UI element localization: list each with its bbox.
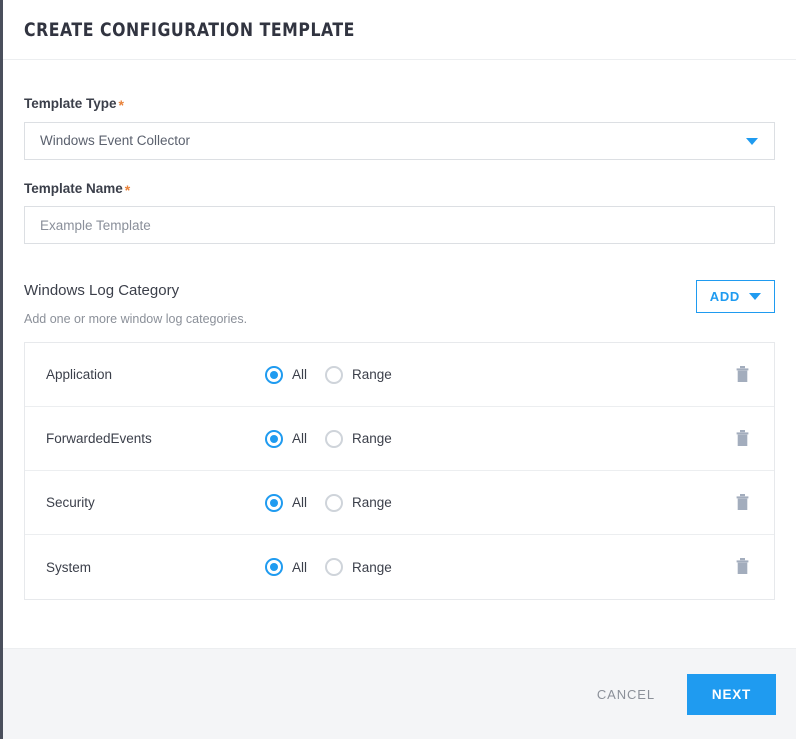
- template-type-label: Template Type *: [24, 96, 775, 113]
- required-asterisk: *: [118, 97, 124, 113]
- section-title: Windows Log Category: [24, 282, 180, 299]
- radio-range-indicator[interactable]: [325, 558, 344, 576]
- scope-radio-group: All Range: [265, 558, 392, 576]
- radio-range-indicator[interactable]: [325, 429, 344, 448]
- radio-all-label: All: [292, 495, 308, 510]
- template-name-label-text: Template Name: [24, 180, 123, 196]
- cancel-button[interactable]: CANCEL: [593, 679, 659, 710]
- required-asterisk: *: [124, 181, 131, 198]
- radio-all-label: All: [292, 431, 308, 446]
- section-subtitle: Add one or more window log categories.: [24, 312, 248, 326]
- delete-row-button[interactable]: [720, 429, 764, 448]
- radio-option-all[interactable]: All: [265, 493, 308, 512]
- radio-range-label: Range: [352, 559, 392, 575]
- delete-row-button[interactable]: [720, 493, 764, 512]
- radio-range-indicator[interactable]: [325, 493, 344, 512]
- template-name-label: Template Name *: [24, 181, 775, 196]
- template-name-input[interactable]: [25, 207, 774, 243]
- radio-option-range[interactable]: Range: [325, 429, 392, 448]
- template-type-selected-value: Windows Event Collector: [40, 133, 191, 148]
- table-row: Application All Range: [25, 343, 774, 407]
- scope-radio-group: All Range: [265, 365, 392, 384]
- radio-range-label: Range: [352, 431, 392, 446]
- radio-all-label: All: [292, 559, 308, 575]
- radio-all-indicator[interactable]: [265, 558, 283, 576]
- scope-radio-group: All Range: [265, 493, 392, 512]
- radio-option-all[interactable]: All: [265, 558, 307, 576]
- template-name-input-wrap: [24, 206, 775, 244]
- template-type-field: Template Type * Windows Event Collector: [24, 96, 775, 160]
- next-button[interactable]: NEXT: [687, 673, 776, 715]
- delete-row-button[interactable]: [720, 365, 764, 384]
- dialog-footer: CANCEL NEXT: [3, 648, 796, 739]
- chevron-down-icon: [749, 293, 761, 300]
- radio-range-label: Range: [352, 495, 392, 510]
- radio-all-indicator[interactable]: [265, 365, 283, 384]
- radio-option-all[interactable]: All: [265, 429, 308, 448]
- scope-radio-group: All Range: [265, 429, 392, 448]
- trash-icon: [736, 365, 748, 382]
- template-type-select[interactable]: Windows Event Collector: [24, 121, 775, 160]
- create-configuration-template-dialog: CREATE CONFIGURATION TEMPLATE Template T…: [3, 0, 796, 739]
- radio-option-all[interactable]: All: [265, 365, 308, 384]
- trash-icon: [736, 429, 748, 446]
- table-row: Security All Range: [25, 471, 774, 535]
- category-name: System: [46, 559, 92, 575]
- trash-icon: [736, 558, 748, 574]
- radio-option-range[interactable]: Range: [325, 365, 392, 384]
- radio-all-indicator[interactable]: [265, 493, 283, 512]
- windows-log-category-header: Windows Log Category Add one or more win…: [24, 280, 775, 327]
- category-name: Security: [46, 495, 95, 510]
- add-category-button[interactable]: ADD: [695, 280, 775, 313]
- delete-row-button[interactable]: [720, 558, 764, 576]
- add-button-label: ADD: [709, 289, 740, 304]
- chevron-down-icon: [746, 137, 758, 145]
- table-row: System All Range: [25, 535, 774, 599]
- radio-option-range[interactable]: Range: [325, 493, 392, 512]
- radio-all-indicator[interactable]: [265, 429, 283, 448]
- radio-range-indicator[interactable]: [325, 365, 344, 384]
- log-category-table: Application All Range ForwardedEvents Al…: [24, 342, 775, 600]
- radio-range-label: Range: [352, 367, 392, 382]
- category-name: ForwardedEvents: [46, 431, 152, 446]
- template-name-field: Template Name *: [24, 181, 775, 244]
- template-type-label-text: Template Type: [24, 96, 117, 111]
- radio-all-label: All: [292, 367, 308, 382]
- radio-option-range[interactable]: Range: [325, 558, 392, 576]
- trash-icon: [736, 493, 748, 510]
- page-title: CREATE CONFIGURATION TEMPLATE: [24, 18, 355, 41]
- dialog-body: Template Type * Windows Event Collector T…: [3, 60, 796, 648]
- dialog-header: CREATE CONFIGURATION TEMPLATE: [3, 0, 796, 60]
- table-row: ForwardedEvents All Range: [25, 407, 774, 471]
- category-name: Application: [46, 367, 113, 382]
